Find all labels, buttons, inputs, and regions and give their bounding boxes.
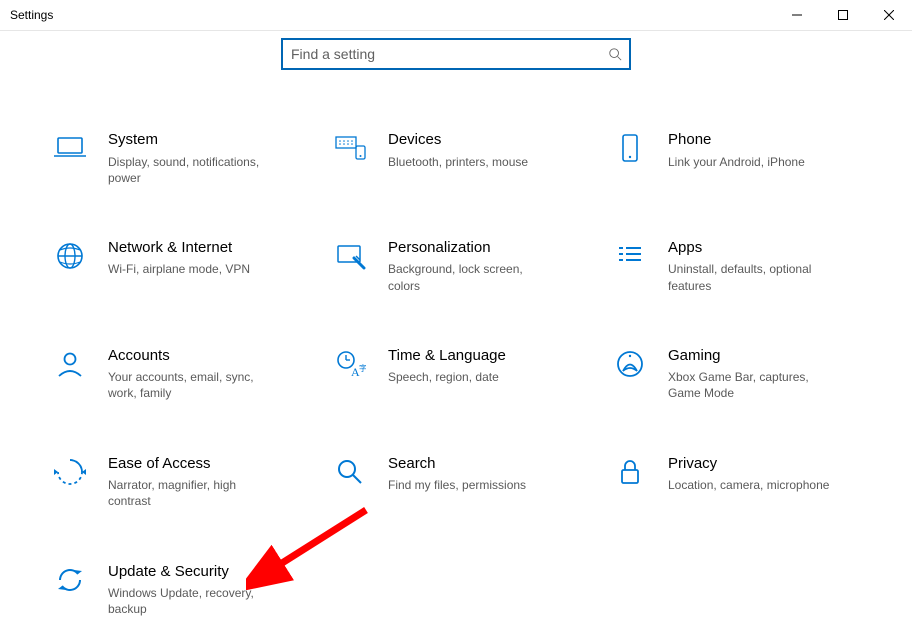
- category-gaming[interactable]: Gaming Xbox Game Bar, captures, Game Mode: [606, 346, 866, 402]
- category-globe[interactable]: Network & Internet Wi-Fi, airplane mode, …: [46, 238, 306, 294]
- category-desc: Speech, region, date: [388, 369, 506, 385]
- category-title: Search: [388, 454, 526, 474]
- gaming-icon: [606, 348, 654, 380]
- category-time[interactable]: Time & Language Speech, region, date: [326, 346, 586, 402]
- category-desc: Link your Android, iPhone: [668, 154, 805, 170]
- category-desc: Wi-Fi, airplane mode, VPN: [108, 261, 250, 277]
- category-title: Network & Internet: [108, 238, 250, 258]
- category-title: Phone: [668, 130, 805, 150]
- category-phone[interactable]: Phone Link your Android, iPhone: [606, 130, 866, 186]
- category-desc: Xbox Game Bar, captures, Game Mode: [668, 369, 838, 401]
- category-title: Devices: [388, 130, 528, 150]
- category-devices[interactable]: Devices Bluetooth, printers, mouse: [326, 130, 586, 186]
- category-desc: Background, lock screen, colors: [388, 261, 558, 293]
- update-icon: [46, 564, 94, 596]
- window-title: Settings: [0, 8, 774, 22]
- category-accounts[interactable]: Accounts Your accounts, email, sync, work…: [46, 346, 306, 402]
- search-input[interactable]: [283, 40, 601, 68]
- accounts-icon: [46, 348, 94, 380]
- category-laptop[interactable]: System Display, sound, notifications, pow…: [46, 130, 306, 186]
- category-title: System: [108, 130, 278, 150]
- apps-icon: [606, 240, 654, 272]
- search-box[interactable]: [281, 38, 631, 70]
- category-apps[interactable]: Apps Uninstall, defaults, optional featur…: [606, 238, 866, 294]
- devices-icon: [326, 132, 374, 164]
- category-title: Accounts: [108, 346, 278, 366]
- category-update[interactable]: Update & Security Windows Update, recover…: [46, 562, 306, 618]
- category-title: Ease of Access: [108, 454, 278, 474]
- category-title: Apps: [668, 238, 838, 258]
- close-button[interactable]: [866, 0, 912, 30]
- globe-icon: [46, 240, 94, 272]
- ease-icon: [46, 456, 94, 488]
- content: System Display, sound, notifications, pow…: [0, 31, 912, 617]
- category-desc: Windows Update, recovery, backup: [108, 585, 278, 617]
- category-title: Privacy: [668, 454, 829, 474]
- titlebar: Settings: [0, 0, 912, 31]
- maximize-button[interactable]: [820, 0, 866, 30]
- phone-icon: [606, 132, 654, 164]
- category-desc: Narrator, magnifier, high contrast: [108, 477, 278, 509]
- category-desc: Location, camera, microphone: [668, 477, 829, 493]
- category-title: Gaming: [668, 346, 838, 366]
- minimize-button[interactable]: [774, 0, 820, 30]
- category-title: Personalization: [388, 238, 558, 258]
- laptop-icon: [46, 132, 94, 164]
- category-desc: Bluetooth, printers, mouse: [388, 154, 528, 170]
- search-icon: [601, 47, 629, 61]
- category-desc: Uninstall, defaults, optional features: [668, 261, 838, 293]
- personalize-icon: [326, 240, 374, 272]
- category-title: Update & Security: [108, 562, 278, 582]
- privacy-icon: [606, 456, 654, 488]
- category-personalize[interactable]: Personalization Background, lock screen, …: [326, 238, 586, 294]
- category-title: Time & Language: [388, 346, 506, 366]
- category-ease[interactable]: Ease of Access Narrator, magnifier, high …: [46, 454, 306, 510]
- time-icon: [326, 348, 374, 380]
- categories-grid: System Display, sound, notifications, pow…: [46, 130, 866, 617]
- search-icon: [326, 456, 374, 488]
- category-desc: Your accounts, email, sync, work, family: [108, 369, 278, 401]
- category-desc: Find my files, permissions: [388, 477, 526, 493]
- category-desc: Display, sound, notifications, power: [108, 154, 278, 186]
- category-search[interactable]: Search Find my files, permissions: [326, 454, 586, 510]
- category-privacy[interactable]: Privacy Location, camera, microphone: [606, 454, 866, 510]
